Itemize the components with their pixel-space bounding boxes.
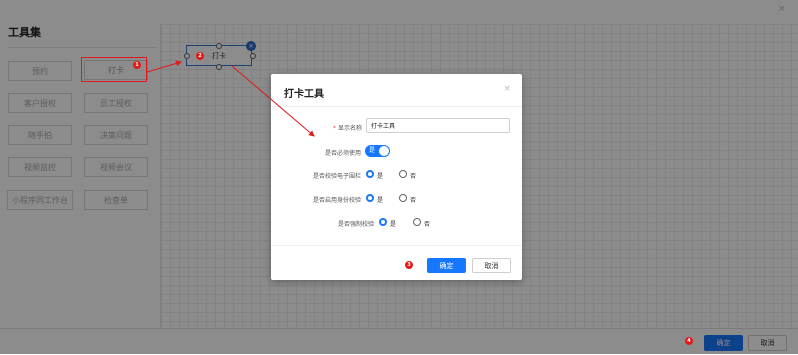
- required-use-switch[interactable]: 是: [365, 145, 390, 157]
- dialog-close-icon[interactable]: ×: [503, 84, 511, 94]
- identity-radio-yes[interactable]: [366, 194, 374, 202]
- identity-radio-no[interactable]: [399, 194, 407, 202]
- force-radio-no[interactable]: [413, 218, 421, 226]
- switch-knob: [379, 146, 389, 156]
- step-marker-4: 4: [685, 337, 693, 345]
- dialog-footer-divider: [271, 245, 522, 246]
- fence-radio-yes-label: 是: [377, 173, 384, 180]
- force-radio-yes[interactable]: [379, 218, 387, 226]
- display-name-input[interactable]: 打卡工具: [366, 118, 510, 133]
- step-marker-3: 3: [405, 261, 413, 269]
- dialog-header-divider: [271, 106, 522, 107]
- display-name-label: * 显示名称: [332, 125, 362, 132]
- fence-radio-no[interactable]: [399, 170, 407, 178]
- checkin-tool-dialog: 打卡工具 × * 显示名称 打卡工具 是否必须使用 是 是否校验电子围栏 是 否 …: [271, 74, 522, 280]
- step-marker-1: 1: [133, 61, 141, 69]
- dialog-title: 打卡工具: [284, 89, 324, 100]
- required-use-label: 是否必须使用: [324, 150, 361, 157]
- force-radio-yes-label: 是: [390, 221, 397, 228]
- fence-radio-yes[interactable]: [366, 170, 374, 178]
- step-marker-2: 2: [196, 52, 204, 60]
- required-asterisk: *: [332, 125, 336, 132]
- switch-on-text: 是: [369, 147, 376, 154]
- force-check-label: 是否强制校验: [337, 221, 374, 228]
- identity-check-label: 是否启用身份校验: [312, 197, 361, 204]
- display-name-value: 打卡工具: [371, 123, 396, 130]
- dialog-cancel-button[interactable]: 取消: [472, 258, 511, 273]
- force-radio-no-label: 否: [424, 221, 431, 228]
- identity-radio-yes-label: 是: [377, 197, 384, 204]
- fence-check-label: 是否校验电子围栏: [312, 173, 361, 180]
- fence-radio-no-label: 否: [410, 173, 417, 180]
- identity-radio-no-label: 否: [410, 197, 417, 204]
- dialog-confirm-button[interactable]: 确定: [427, 258, 466, 273]
